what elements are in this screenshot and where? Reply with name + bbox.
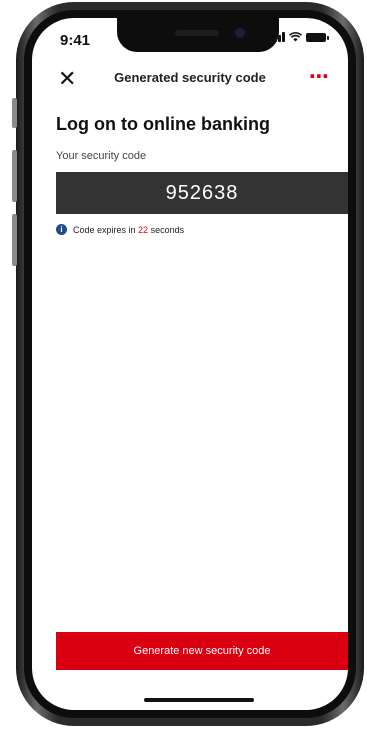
mute-switch	[12, 98, 17, 128]
security-code-display: 952638	[56, 172, 348, 214]
home-indicator[interactable]	[144, 698, 254, 702]
volume-up-button	[12, 150, 17, 202]
page-heading: Log on to online banking	[56, 114, 270, 134]
status-time: 9:41	[60, 32, 91, 49]
security-code-label: Your security code	[56, 150, 147, 162]
expiry-seconds: 22	[138, 224, 149, 235]
volume-down-button	[12, 214, 17, 266]
notch	[117, 18, 279, 52]
expiry-text: Code expires in 22 seconds	[73, 225, 184, 235]
front-camera	[235, 28, 245, 38]
signal-icon	[270, 32, 285, 42]
nav-title: Generated security code	[114, 70, 266, 85]
wifi-icon	[289, 32, 302, 42]
generate-new-code-button[interactable]: Generate new security code	[56, 632, 348, 670]
status-icons	[270, 32, 329, 42]
expiry-suffix: seconds	[148, 224, 185, 235]
more-options-icon[interactable]: ⋯	[309, 64, 330, 89]
nav-bar: ✕ Generated security code ⋯	[32, 66, 348, 96]
screen: 9:41 ✕ Generated security code ⋯ Log on …	[32, 18, 348, 710]
speaker-grille	[175, 30, 219, 36]
info-icon: i	[56, 224, 67, 235]
expiry-prefix: Code expires in	[73, 224, 139, 235]
code-expiry-notice: i Code expires in 22 seconds	[56, 224, 184, 235]
battery-icon	[306, 32, 329, 42]
